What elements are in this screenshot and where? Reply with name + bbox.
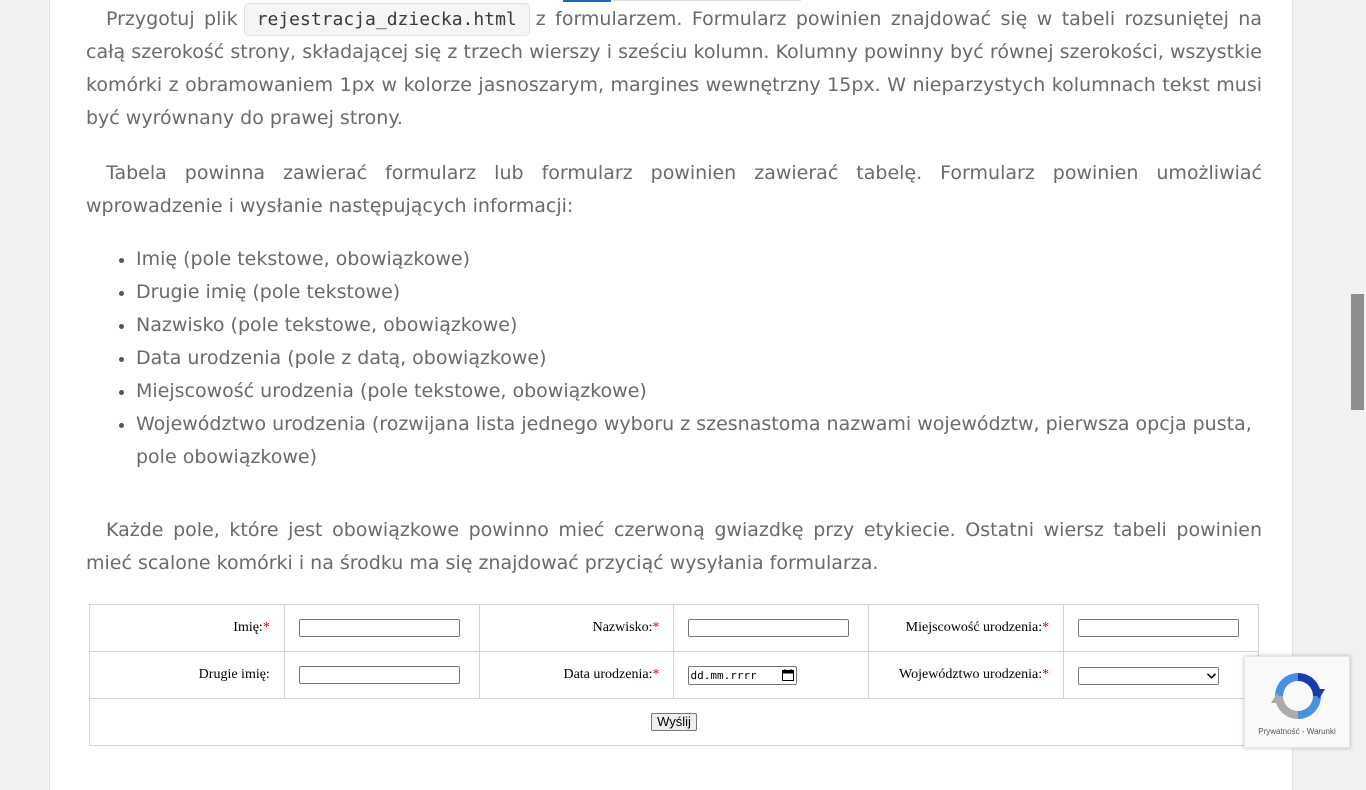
first-name-input[interactable] bbox=[298, 618, 460, 637]
submit-button[interactable]: Wyślij bbox=[651, 713, 697, 731]
first-name-label: Imię: bbox=[233, 620, 263, 635]
province-field-cell bbox=[1063, 651, 1259, 699]
table-row: Imię:* Nazwisko:* Miejscowość urodzenia:… bbox=[89, 604, 1259, 652]
second-name-label: Drugie imię: bbox=[198, 667, 270, 682]
required-asterisk: * bbox=[1042, 620, 1050, 635]
recaptcha-icon bbox=[1271, 673, 1325, 719]
birth-place-label-cell: Miejscowość urodzenia:* bbox=[868, 604, 1065, 652]
calendar-icon[interactable] bbox=[782, 669, 795, 681]
submit-cell: Wyślij bbox=[89, 698, 1259, 746]
form-description-text: Tabela powinna zawierać formularz lub fo… bbox=[86, 162, 1262, 217]
form-description-paragraph: Tabela powinna zawierać formularz lub fo… bbox=[86, 157, 1262, 223]
required-note-text: Każde pole, które jest obowiązkowe powin… bbox=[86, 519, 1262, 574]
birth-date-label-cell: Data urodzenia:* bbox=[478, 651, 675, 699]
province-label-cell: Województwo urodzenia:* bbox=[868, 651, 1065, 699]
required-asterisk: * bbox=[652, 667, 660, 682]
recaptcha-badge[interactable]: Prywatność - Warunki bbox=[1244, 656, 1350, 748]
second-name-field-cell bbox=[283, 651, 480, 699]
recaptcha-links: Prywatność - Warunki bbox=[1245, 727, 1349, 736]
recaptcha-separator: - bbox=[1299, 727, 1307, 736]
table-row: Wyślij bbox=[89, 698, 1259, 746]
birth-place-label: Miejscowość urodzenia: bbox=[905, 620, 1043, 635]
first-name-label-cell: Imię:* bbox=[89, 604, 285, 652]
chevron-down-icon bbox=[1207, 673, 1217, 679]
birth-place-input[interactable] bbox=[1078, 618, 1240, 637]
required-note-paragraph: Każde pole, które jest obowiązkowe powin… bbox=[86, 514, 1262, 580]
last-name-input[interactable] bbox=[688, 618, 850, 637]
list-item: Województwo urodzenia (rozwijana lista j… bbox=[136, 408, 1262, 474]
filename-code: rejestracja_dziecka.html bbox=[243, 3, 530, 36]
requirements-list: Imię (pole tekstowe, obowiązkowe) Drugie… bbox=[86, 243, 1262, 474]
scrollbar-thumb[interactable] bbox=[1351, 294, 1364, 410]
last-name-label-cell: Nazwisko:* bbox=[478, 604, 675, 652]
birth-date-label: Data urodzenia: bbox=[563, 667, 653, 682]
list-item: Miejscowość urodzenia (pole tekstowe, ob… bbox=[136, 375, 1262, 408]
terms-link[interactable]: Warunki bbox=[1307, 727, 1336, 736]
province-label: Województwo urodzenia: bbox=[899, 667, 1043, 682]
registration-form-table: Imię:* Nazwisko:* Miejscowość urodzenia:… bbox=[89, 604, 1259, 746]
list-item: Imię (pole tekstowe, obowiązkowe) bbox=[136, 243, 1262, 276]
privacy-link[interactable]: Prywatność bbox=[1258, 727, 1299, 736]
last-name-label: Nazwisko: bbox=[592, 620, 653, 635]
second-name-input[interactable] bbox=[298, 665, 460, 684]
birth-date-placeholder: dd.mm.rrrr bbox=[690, 668, 757, 682]
table-row: Drugie imię: Data urodzenia:* dd.mm.rrrr… bbox=[89, 651, 1259, 699]
province-select[interactable] bbox=[1078, 667, 1220, 685]
second-name-label-cell: Drugie imię: bbox=[89, 651, 285, 699]
first-name-field-cell bbox=[283, 604, 480, 652]
last-name-field-cell bbox=[673, 604, 870, 652]
birth-date-field-cell: dd.mm.rrrr bbox=[673, 651, 870, 699]
divider-line bbox=[611, 0, 801, 1]
list-item: Drugie imię (pole tekstowe) bbox=[136, 276, 1262, 309]
required-asterisk: * bbox=[1042, 667, 1050, 682]
intro-text-start: Przygotuj plik bbox=[106, 8, 238, 30]
required-asterisk: * bbox=[652, 620, 660, 635]
link-underline bbox=[563, 0, 611, 2]
intro-paragraph: Przygotuj plik rejestracja_dziecka.html z … bbox=[86, 3, 1262, 135]
birth-place-field-cell bbox=[1063, 604, 1259, 652]
list-item: Data urodzenia (pole z datą, obowiązkowe… bbox=[136, 342, 1262, 375]
list-item: Nazwisko (pole tekstowe, obowiązkowe) bbox=[136, 309, 1262, 342]
birth-date-input[interactable]: dd.mm.rrrr bbox=[688, 665, 798, 685]
required-asterisk: * bbox=[262, 620, 270, 635]
